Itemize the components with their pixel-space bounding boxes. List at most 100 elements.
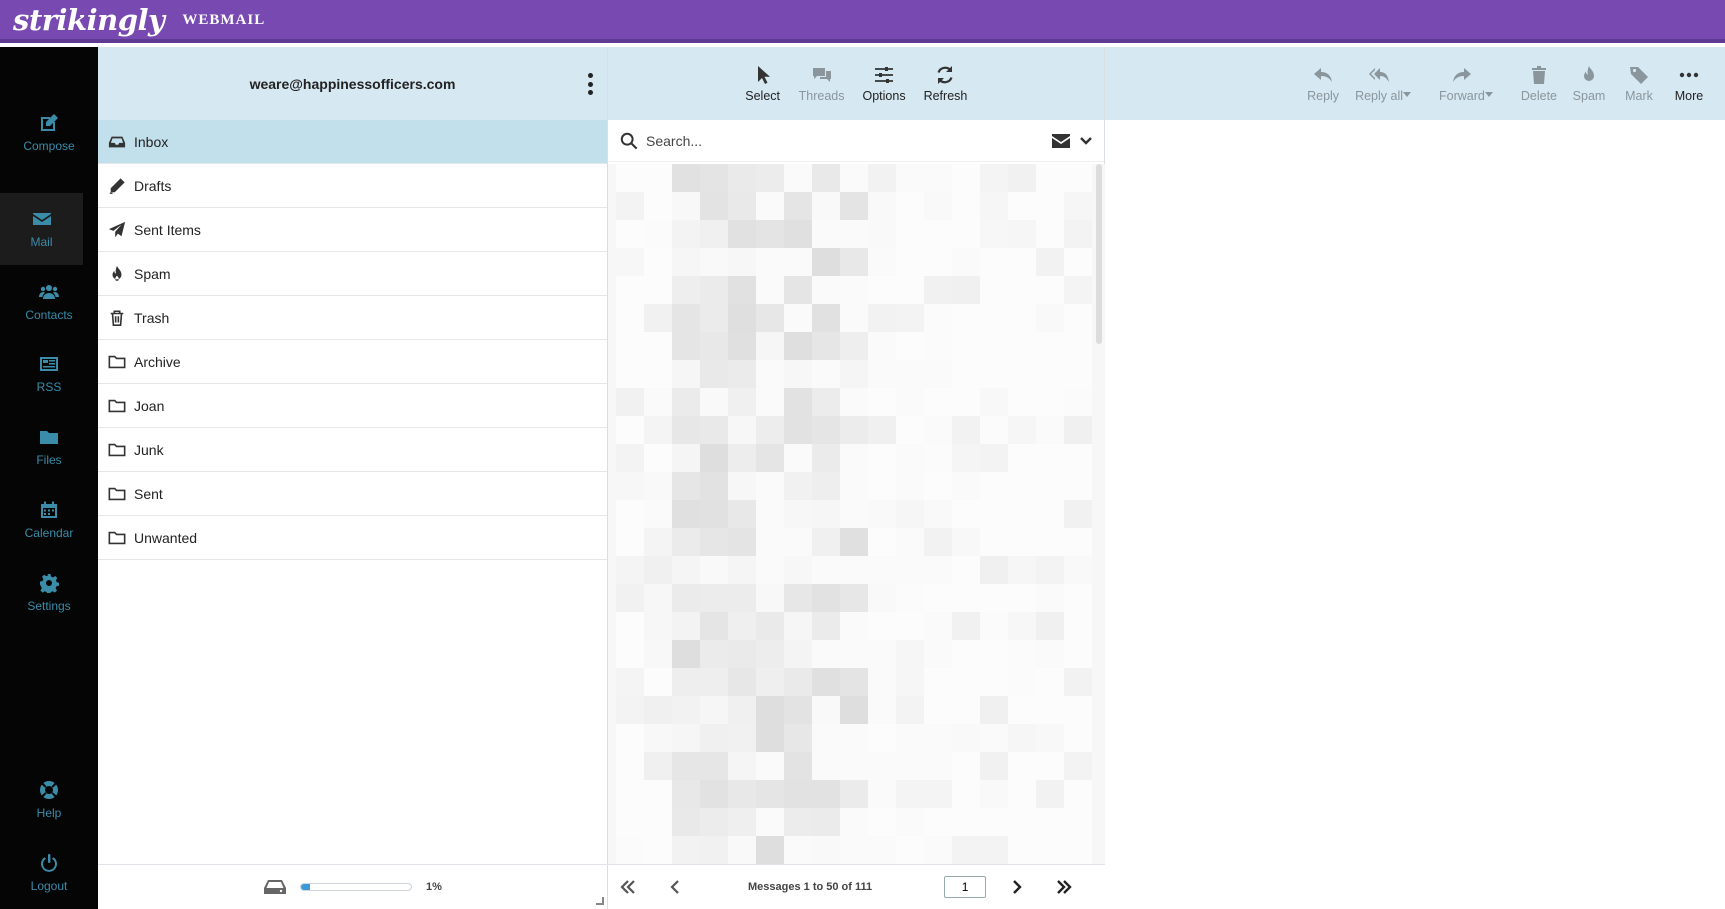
resize-handle[interactable]: [596, 897, 604, 905]
reply-button[interactable]: Reply: [1305, 65, 1341, 103]
folder-unwanted[interactable]: Unwanted: [98, 516, 607, 560]
nav-calendar[interactable]: Calendar: [0, 484, 98, 556]
nav-mail[interactable]: Mail: [0, 193, 83, 265]
message-list-panel: Select Threads Options Refresh Messages …: [608, 47, 1105, 909]
scrollbar-thumb[interactable]: [1096, 164, 1102, 344]
folder-label: Joan: [134, 397, 165, 414]
search-input[interactable]: [646, 132, 1052, 149]
reply-all-icon: [1369, 67, 1390, 82]
ellipsis-icon: [1679, 72, 1699, 77]
folder-label: Sent: [134, 485, 163, 502]
pagination: Messages 1 to 50 of 111: [608, 864, 1105, 909]
options-button[interactable]: Options: [862, 65, 906, 103]
nav-help[interactable]: Help: [0, 764, 98, 836]
nav-logout[interactable]: Logout: [0, 837, 98, 909]
gear-icon: [40, 574, 59, 593]
forward-dropdown-caret-icon[interactable]: [1484, 91, 1493, 97]
brand-logo[interactable]: strikingly: [13, 3, 165, 37]
delete-button[interactable]: Delete: [1521, 65, 1557, 103]
sliders-icon: [875, 66, 894, 83]
folder-panel: weare@happinessofficers.com Inbox Drafts…: [98, 47, 608, 909]
folder-trash[interactable]: Trash: [98, 296, 607, 340]
fire-icon: [112, 265, 122, 281]
nav-settings[interactable]: Settings: [0, 557, 98, 629]
reading-pane: Reply Reply all Forward Delete Spam Mark: [1105, 47, 1725, 909]
search-icon: [620, 132, 638, 149]
folder-archive[interactable]: Archive: [98, 340, 607, 384]
left-navigation: Compose Mail Contacts RSS Files Calendar…: [0, 47, 98, 909]
storage-quota: 1%: [98, 864, 608, 909]
reply-all-button[interactable]: Reply all: [1355, 65, 1412, 103]
reply-all-dropdown-caret-icon[interactable]: [1403, 91, 1412, 97]
reply-label: Reply: [1307, 88, 1340, 103]
nav-compose[interactable]: Compose: [0, 97, 98, 169]
calendar-icon: [41, 501, 57, 518]
nav-label: RSS: [36, 380, 62, 394]
folder-icon: [108, 443, 126, 456]
next-page-icon[interactable]: [1008, 880, 1024, 894]
nav-label: Settings: [27, 599, 71, 613]
refresh-label: Refresh: [923, 88, 968, 103]
more-button[interactable]: More: [1671, 65, 1707, 103]
nav-label: Logout: [30, 879, 68, 893]
scrollbar[interactable]: [1096, 164, 1102, 864]
rss-icon: [40, 357, 58, 371]
nav-label: Files: [36, 453, 62, 467]
envelope-icon[interactable]: [1052, 133, 1070, 148]
select-button[interactable]: Select: [745, 65, 781, 103]
folder-label: Sent Items: [134, 221, 201, 238]
account-menu-kebab-icon[interactable]: [583, 73, 597, 95]
nav-label: Help: [36, 806, 62, 820]
folder-label: Unwanted: [134, 529, 198, 546]
nav-label: Calendar: [24, 526, 74, 540]
options-label: Options: [862, 88, 906, 103]
threads-button[interactable]: Threads: [798, 65, 845, 103]
search-bar: [608, 120, 1104, 162]
first-page-icon[interactable]: [620, 880, 636, 894]
folder-icon: [108, 531, 126, 544]
folder-label: Archive: [134, 353, 181, 370]
nav-label: Mail: [30, 235, 53, 249]
trash-icon: [1531, 65, 1546, 84]
chevron-down-icon[interactable]: [1080, 136, 1092, 146]
folder-inbox[interactable]: Inbox: [98, 120, 607, 164]
folder-sent[interactable]: Sent: [98, 472, 607, 516]
delete-label: Delete: [1520, 88, 1557, 103]
message-list-blurred: [608, 164, 1105, 864]
fire-icon: [1584, 65, 1594, 81]
refresh-button[interactable]: Refresh: [923, 65, 968, 103]
folder-sent-items[interactable]: Sent Items: [98, 208, 607, 252]
envelope-icon: [32, 213, 51, 225]
tag-icon: [1630, 66, 1648, 84]
reply-icon: [1314, 67, 1333, 82]
select-label: Select: [745, 88, 780, 103]
nav-files[interactable]: Files: [0, 411, 98, 483]
compose-icon: [41, 114, 58, 131]
message-count: Messages 1 to 50 of 111: [748, 881, 873, 893]
cursor-icon: [757, 65, 770, 84]
folder-spam[interactable]: Spam: [98, 252, 607, 296]
last-page-icon[interactable]: [1056, 880, 1072, 894]
nav-rss[interactable]: RSS: [0, 338, 98, 410]
folder-junk[interactable]: Junk: [98, 428, 607, 472]
hard-drive-icon: [264, 880, 287, 894]
trash-icon: [110, 309, 124, 326]
mark-button[interactable]: Mark: [1621, 65, 1657, 103]
pencil-icon: [109, 177, 125, 194]
chat-bubbles-icon: [812, 67, 831, 82]
product-name: WEBMAIL: [182, 12, 266, 28]
nav-contacts[interactable]: Contacts: [0, 266, 98, 338]
top-bar: strikingly WEBMAIL: [0, 0, 1725, 43]
forward-button[interactable]: Forward: [1439, 65, 1493, 103]
previous-page-icon[interactable]: [668, 880, 684, 894]
folder-label: Trash: [134, 309, 170, 326]
quota-bar: [300, 883, 413, 891]
spam-button[interactable]: Spam: [1571, 65, 1607, 103]
threads-label: Threads: [798, 88, 845, 103]
folder-label: Junk: [134, 441, 164, 458]
nav-label: Contacts: [25, 308, 73, 322]
page-number-input[interactable]: [944, 876, 987, 898]
folder-joan[interactable]: Joan: [98, 384, 607, 428]
forward-label: Forward: [1439, 88, 1485, 103]
folder-drafts[interactable]: Drafts: [98, 164, 607, 208]
